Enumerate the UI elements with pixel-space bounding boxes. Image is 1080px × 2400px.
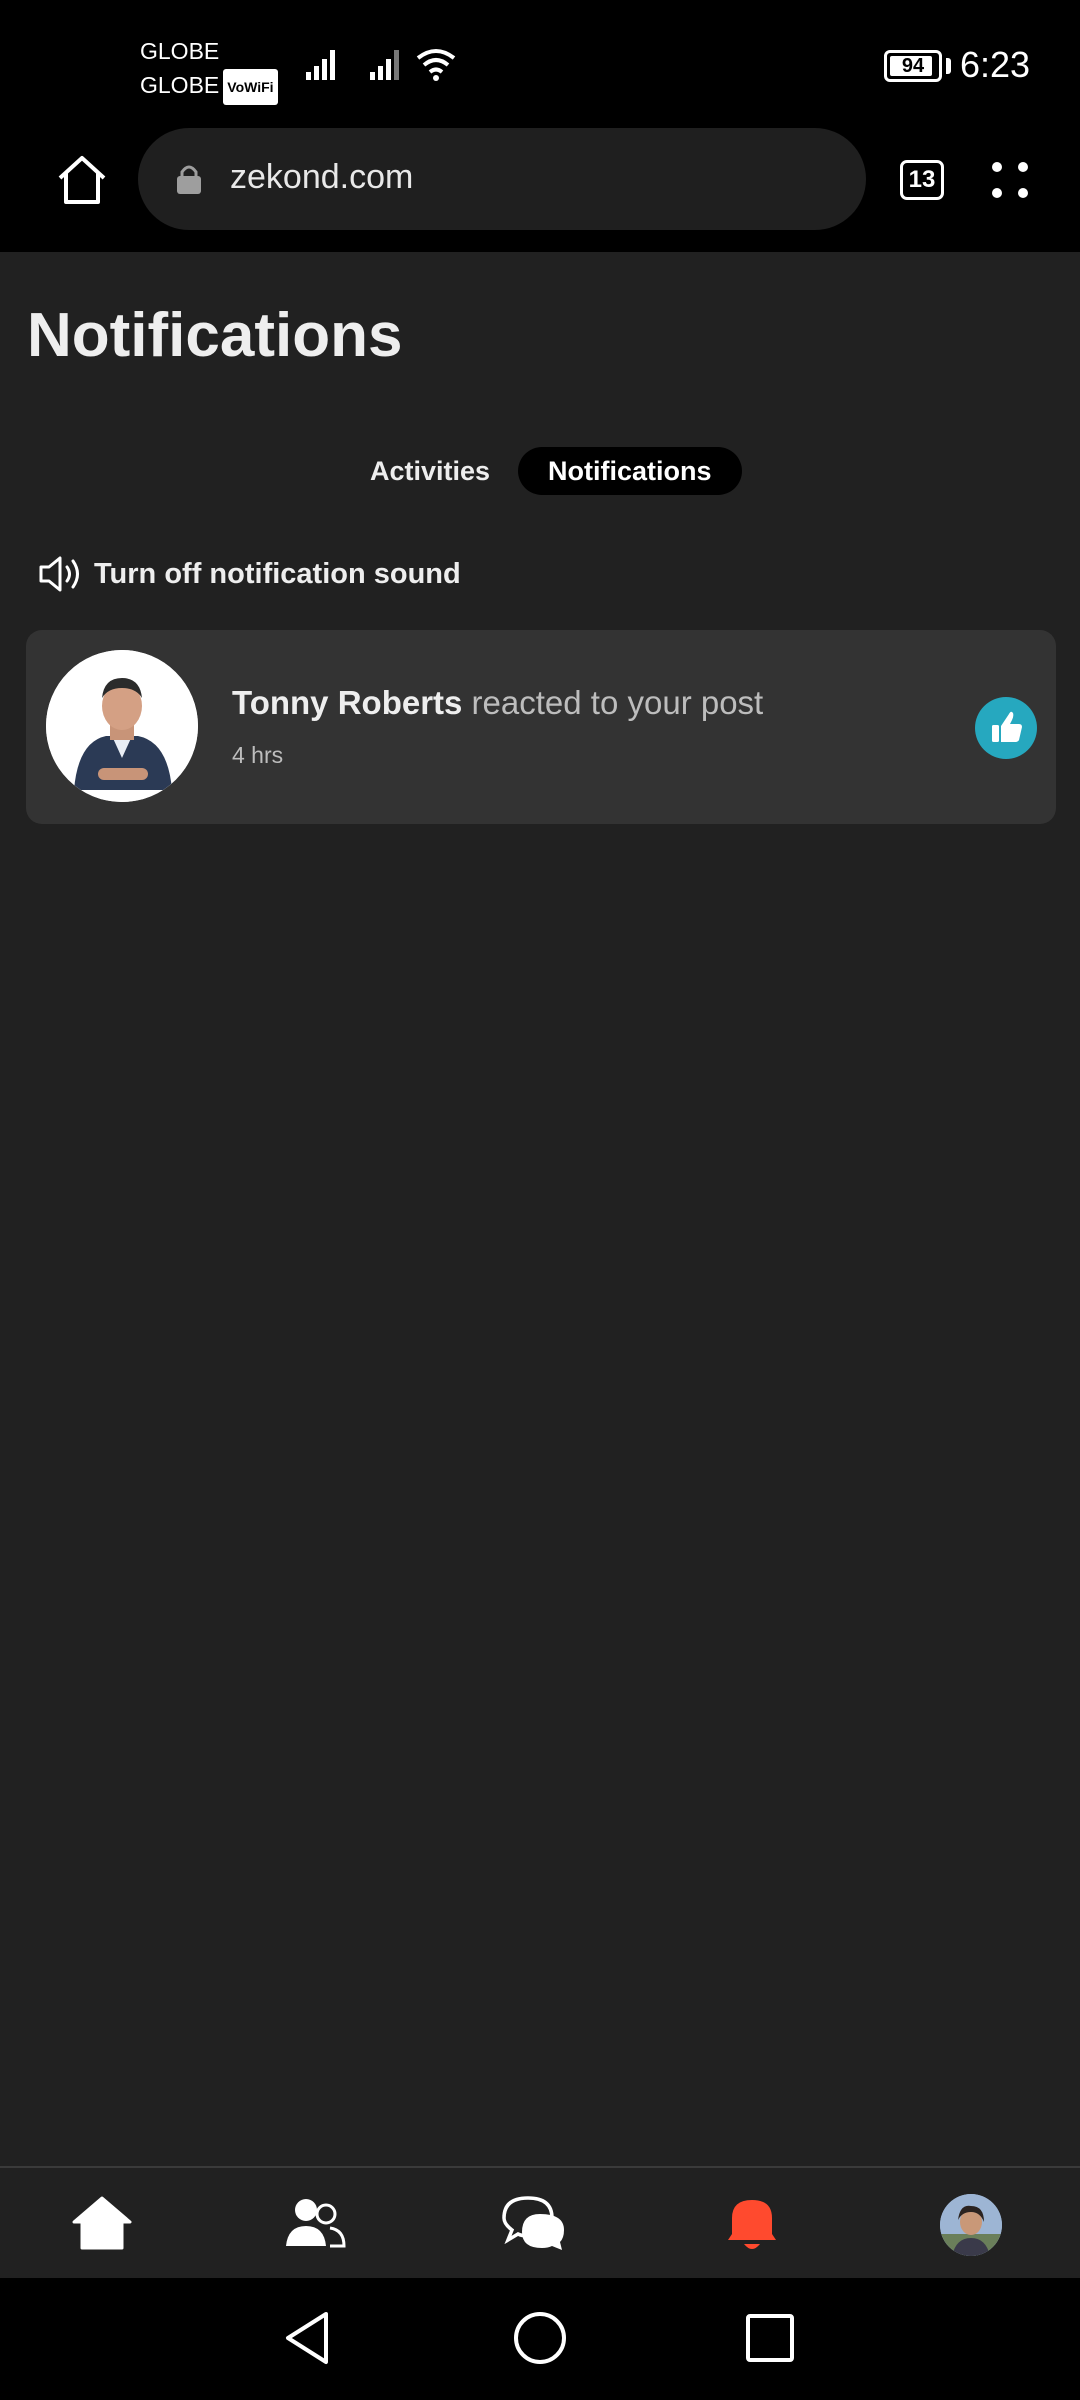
- page-title: Notifications: [27, 301, 403, 370]
- back-icon[interactable]: [278, 2308, 338, 2368]
- battery-level: 94: [901, 55, 925, 77]
- avatar[interactable]: [46, 650, 198, 802]
- notification-actor[interactable]: Tonny Roberts: [232, 684, 462, 721]
- messages-icon[interactable]: [500, 2188, 568, 2256]
- status-bar: GLOBE GLOBE VoWiFi 94 6:23: [0, 0, 1080, 128]
- notification-time: 4 hrs: [232, 742, 284, 768]
- url-text: zekond.com: [230, 158, 414, 196]
- vowifi-badge: VoWiFi: [223, 68, 278, 105]
- speaker-icon: [39, 556, 79, 592]
- battery-icon: 94: [884, 50, 942, 82]
- signal-icon-2: [370, 50, 399, 80]
- friends-icon[interactable]: [280, 2188, 348, 2256]
- carrier-2: GLOBE: [140, 72, 220, 98]
- carrier-1: GLOBE: [140, 38, 220, 64]
- home-circle-icon[interactable]: [510, 2308, 570, 2368]
- browser-home-icon[interactable]: [52, 150, 112, 210]
- actor-photo: [46, 650, 198, 802]
- bottom-nav: [0, 2166, 1080, 2278]
- notification-item[interactable]: Tonny Roberts reacted to your post 4 hrs: [26, 630, 1056, 824]
- wifi-icon: [416, 49, 456, 81]
- tab-activities[interactable]: Activities: [340, 447, 520, 495]
- recents-icon[interactable]: [740, 2308, 800, 2368]
- address-bar[interactable]: zekond.com: [138, 128, 866, 230]
- clock: 6:23: [960, 44, 1031, 85]
- carrier-info: GLOBE GLOBE VoWiFi: [140, 34, 278, 105]
- system-navigation-bar: [0, 2278, 1080, 2400]
- notification-text: Tonny Roberts reacted to your post: [232, 684, 763, 722]
- thumbs-up-icon: [992, 711, 1022, 742]
- tab-switcher-button[interactable]: 13: [900, 160, 944, 200]
- profile-avatar[interactable]: [940, 2194, 1002, 2256]
- notification-action: reacted to your post: [462, 684, 764, 721]
- browser-toolbar: zekond.com 13: [0, 128, 1080, 252]
- sound-toggle-label: Turn off notification sound: [94, 558, 461, 590]
- signal-icon: [306, 50, 335, 80]
- home-icon[interactable]: [68, 2188, 136, 2256]
- notifications-bell-icon[interactable]: [718, 2188, 786, 2256]
- profile-photo: [940, 2194, 1002, 2256]
- tab-notifications[interactable]: Notifications: [518, 447, 742, 495]
- reaction-badge: [975, 697, 1037, 759]
- lock-icon: [177, 165, 201, 194]
- browser-menu-icon[interactable]: [990, 160, 1034, 204]
